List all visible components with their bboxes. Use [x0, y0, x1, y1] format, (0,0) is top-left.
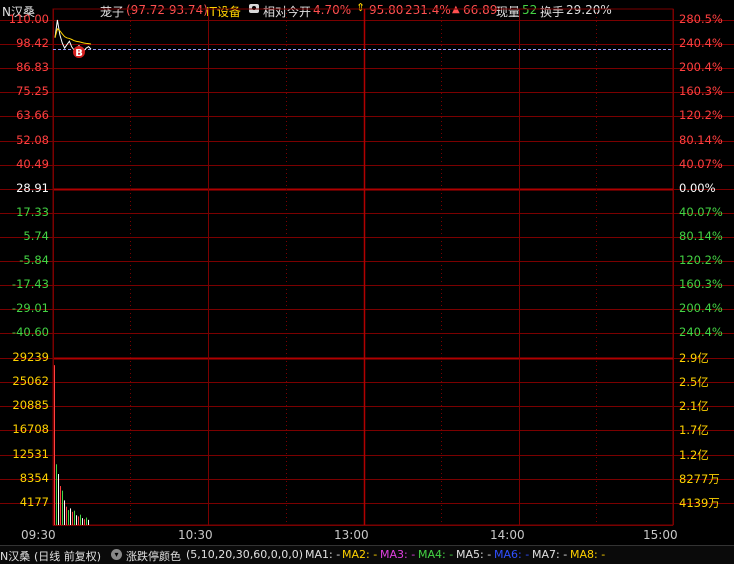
volume-axis-label: 25062 [12, 373, 49, 388]
price-axis-label: -17.43 [11, 277, 49, 292]
price-axis-label: 5.74 [23, 228, 49, 243]
chart-frame [52, 8, 674, 526]
ma8-label[interactable]: MA8: - [570, 548, 605, 561]
price-axis-label: -5.84 [19, 253, 49, 267]
volume-axis-label: 20885 [12, 398, 49, 412]
time-label: 15:00 [643, 528, 678, 542]
price-axis-label: 40.49 [16, 156, 49, 171]
time-label: 13:00 [334, 528, 369, 542]
volume-axis-label: 29239 [12, 349, 49, 364]
volume-bar [76, 515, 77, 525]
price-axis-label: -40.60 [11, 325, 49, 340]
intraday-chart[interactable]: B [0, 0, 734, 545]
price-axis-label: 98.42 [16, 36, 49, 51]
volume-bar [74, 510, 75, 525]
pct-axis-label: 80.14% [679, 132, 723, 147]
pct-axis-label: 240.4% [679, 325, 723, 340]
ma2-label[interactable]: MA2: - [342, 548, 377, 561]
volume-bar [78, 516, 79, 525]
pct-axis-label: 40.07% [679, 204, 723, 219]
footer-mode[interactable]: (日线 前复权) [34, 548, 101, 564]
volume-bar [66, 506, 67, 525]
time-label: 14:00 [490, 528, 525, 542]
volume-axis-label: 12531 [12, 446, 49, 461]
ma7-label[interactable]: MA7: - [532, 548, 567, 561]
pct-axis-label: 120.2% [679, 108, 723, 123]
price-line [54, 19, 92, 52]
price-axis-label: 63.66 [16, 108, 49, 123]
volume-bar [84, 519, 85, 525]
amount-axis-label: 8277万 [679, 471, 720, 486]
footer-color-label[interactable]: 涨跌停颜色 [126, 548, 181, 564]
amount-axis-label: 1.7亿 [679, 423, 709, 438]
time-label: 10:30 [178, 528, 213, 542]
pct-axis-label: 160.3% [679, 277, 723, 292]
footer-stock[interactable]: N汉桑 [0, 548, 30, 564]
volume-axis-label: 8354 [19, 470, 49, 485]
price-axis-label: 110.00 [8, 12, 49, 26]
price-axis-label: -29.01 [11, 301, 49, 316]
volume-bar [64, 500, 65, 525]
indicator-bar: N汉桑 (日线 前复权) ▾ 涨跌停颜色 (5,10,20,30,60,0,0,… [0, 545, 734, 564]
amount-axis-label: 2.1亿 [679, 399, 709, 413]
pct-axis-label: 240.4% [679, 36, 723, 51]
pct-axis-label: 40.07% [679, 156, 723, 171]
pct-axis-label: 120.2% [679, 253, 723, 267]
volume-bar [70, 508, 71, 525]
price-axis-label: 17.33 [16, 204, 49, 219]
pct-axis-label: 160.3% [679, 84, 723, 99]
price-axis-label: 52.08 [16, 132, 49, 147]
amount-axis-label: 4139万 [679, 496, 720, 510]
time-label: 09:30 [21, 528, 56, 542]
ma6-label[interactable]: MA6: - [494, 548, 529, 561]
ma4-label[interactable]: MA4: - [418, 548, 453, 561]
volume-bar [60, 486, 61, 525]
amount-axis-label: 2.9亿 [679, 350, 709, 365]
price-axis-label: 75.25 [16, 84, 49, 99]
volume-bar [62, 490, 63, 525]
ma3-label[interactable]: MA3: - [380, 548, 415, 561]
ma5-label[interactable]: MA5: - [456, 548, 491, 561]
amount-axis-label: 1.2亿 [679, 447, 709, 462]
pct-axis-label: 80.14% [679, 228, 723, 243]
price-axis-label: 28.91 [16, 180, 49, 195]
volume-axis-label: 16708 [12, 422, 49, 437]
pct-axis-label: 280.5% [679, 12, 723, 26]
volume-bar [86, 517, 87, 525]
volume-bar [88, 519, 89, 525]
volume-bar [72, 511, 73, 525]
volume-axis-label: 4177 [19, 495, 49, 509]
pct-axis-label: 200.4% [679, 301, 723, 316]
volume-bar [82, 518, 83, 525]
ma1-label[interactable]: MA1: - [305, 548, 340, 561]
amount-axis-label: 2.5亿 [679, 374, 709, 389]
price-axis-label: 86.83 [16, 60, 49, 75]
volume-bar [68, 510, 69, 525]
volume-bar [56, 464, 57, 525]
pct-axis-label: 200.4% [679, 60, 723, 75]
settings-icon[interactable]: ▾ [111, 549, 122, 560]
buy-marker-label: B [75, 48, 83, 59]
volume-bar [58, 474, 59, 525]
volume-bar [80, 514, 81, 525]
volume-bar [54, 365, 55, 525]
pct-axis-label: 0.00% [679, 180, 716, 195]
footer-params: (5,10,20,30,60,0,0,0) [186, 548, 304, 561]
